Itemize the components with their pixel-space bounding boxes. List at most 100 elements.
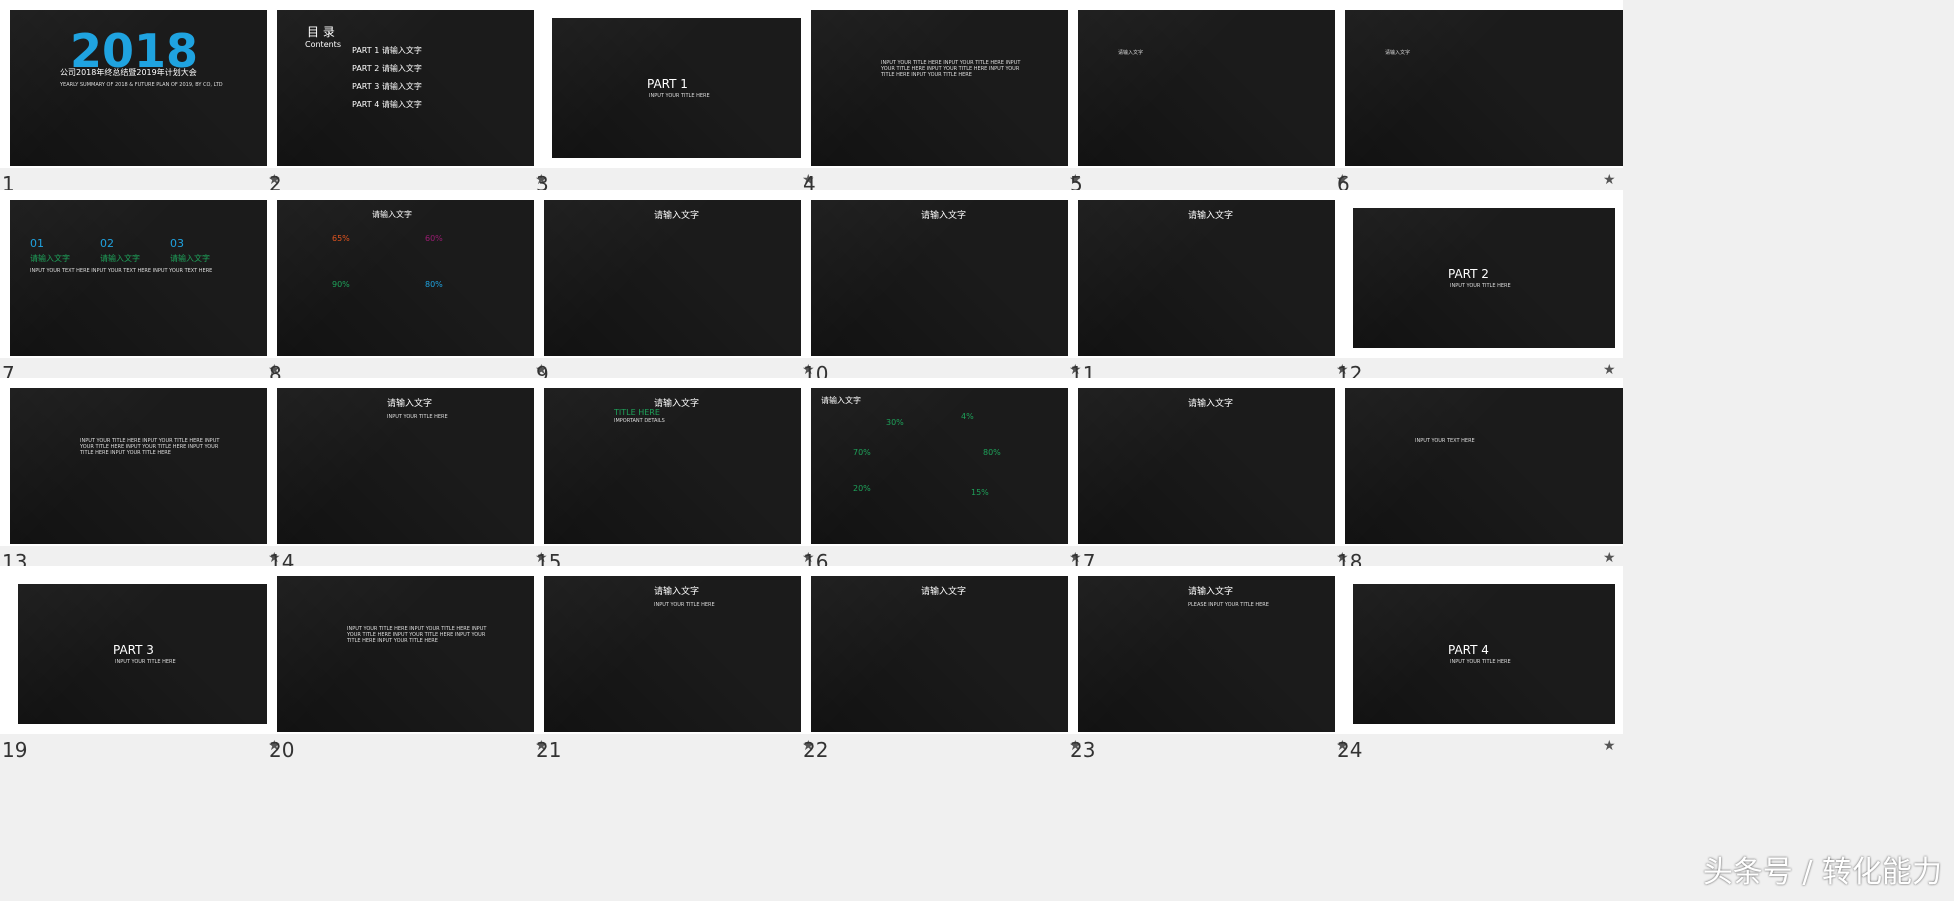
star-icon[interactable]: ★ (1603, 172, 1616, 188)
slide-thumbnail-1[interactable]: 2018 公司2018年终总结暨2019年计划大会 YEARLY SUMMARY O… (0, 0, 300, 200)
slide-thumbnail-16[interactable]: 请输入文字 30% 4% 70% 80% 20% 15% 16 ★ (801, 378, 1101, 578)
body-text: INPUT YOUR TEXT HERE (1415, 438, 1475, 444)
slide-preview: INPUT YOUR TITLE HERE INPUT YOUR TITLE H… (277, 576, 555, 732)
slide-preview: 请输入文字 (1345, 10, 1623, 166)
slide-number: 24 (1337, 738, 1363, 762)
star-icon[interactable]: ★ (1603, 738, 1616, 754)
slide-preview: 01 请输入文字 02 请输入文字 03 请输入文字 INPUT YOUR TEXT HER… (10, 200, 288, 356)
slide-thumbnail-13[interactable]: INPUT YOUR TITLE HERE INPUT YOUR TITLE H… (0, 378, 300, 578)
slide-preview: 目 录 Contents PART 1 请输入文字 PART 2 请输入文字 PART … (277, 10, 555, 166)
slide-preview: INPUT YOUR TITLE HERE INPUT YOUR TITLE H… (10, 388, 288, 544)
percent-3: 90% (332, 280, 350, 289)
slide-title: 请输入文字 (654, 587, 700, 597)
slide-preview: 2018 公司2018年终总结暨2019年计划大会 YEARLY SUMMARY O… (10, 10, 288, 166)
toc-title: 目 录 (307, 25, 335, 39)
slide-preview: 请输入文字 (544, 200, 822, 356)
slide-title: 请输入文字 (387, 399, 433, 409)
slide-number: 20 (269, 738, 295, 762)
part-subtitle: INPUT YOUR TITLE HERE (649, 93, 710, 99)
slide-subtitle: PLEASE INPUT YOUR TITLE HERE (1188, 602, 1269, 608)
slide-preview: 请输入文字 (811, 576, 1089, 732)
slide-title: 请输入文字 (821, 396, 861, 405)
slide-number: 19 (2, 738, 28, 762)
slide-thumbnail-8[interactable]: 请输入文字 65% 60% 90% 80% 8 ★ (267, 190, 567, 390)
slide-subtitle-3: IMPORTANT DETAILS (614, 418, 665, 424)
toc-subtitle: Contents (305, 40, 341, 49)
slide-thumbnail-21[interactable]: 请输入文字 INPUT YOUR TITLE HERE 21 ★ (534, 566, 834, 766)
star-icon[interactable]: ★ (1603, 550, 1616, 566)
percent-4: 80% (425, 280, 443, 289)
slide-title: 请输入文字 (654, 399, 700, 409)
slide-preview: 请输入文字 (811, 200, 1089, 356)
slide-thumbnail-19[interactable]: PART 3 INPUT YOUR TITLE HERE 19 ★ (0, 566, 300, 766)
slide-title: 请输入文字 (921, 211, 967, 221)
slide-thumbnail-2[interactable]: 目 录 Contents PART 1 请输入文字 PART 2 请输入文字 PART … (267, 0, 567, 200)
body-text: INPUT YOUR TITLE HERE INPUT YOUR TITLE H… (347, 626, 487, 644)
slide-subtitle: INPUT YOUR TITLE HERE (387, 414, 448, 420)
slide-title: 公司2018年终总结暨2019年计划大会 (60, 68, 197, 77)
slide-sorter-grid: 2018 公司2018年终总结暨2019年计划大会 YEARLY SUMMARY O… (0, 0, 1954, 901)
percent-3: 70% (853, 448, 871, 457)
slide-thumbnail-23[interactable]: 请输入文字 PLEASE INPUT YOUR TITLE HERE 23 ★ (1068, 566, 1368, 766)
slide-thumbnail-11[interactable]: 请输入文字 11 ★ (1068, 190, 1368, 390)
slide-preview: 请输入文字 65% 60% 90% 80% (277, 200, 555, 356)
toc-item: PART 1 请输入文字 (352, 46, 422, 55)
toc-item: PART 4 请输入文字 (352, 100, 422, 109)
slide-thumbnail-20[interactable]: INPUT YOUR TITLE HERE INPUT YOUR TITLE H… (267, 566, 567, 766)
slide-subtitle: INPUT YOUR TITLE HERE (654, 602, 715, 608)
slide-preview: PART 4 INPUT YOUR TITLE HERE (1353, 584, 1615, 724)
star-icon[interactable]: ★ (1603, 362, 1616, 378)
slide-subtitle: YEARLY SUMMARY OF 2018 & FUTURE PLAN OF … (60, 82, 223, 88)
percent-5: 20% (853, 484, 871, 493)
col-number: 03 (170, 237, 184, 250)
slide-preview: INPUT YOUR TEXT HERE (1345, 388, 1623, 544)
slide-preview: 请输入文字 INPUT YOUR TITLE HERE (277, 388, 555, 544)
slide-thumbnail-4[interactable]: INPUT YOUR TITLE HERE INPUT YOUR TITLE H… (801, 0, 1101, 200)
slide-thumbnail-3[interactable]: PART 1 INPUT YOUR TITLE HERE 3 ★ (534, 0, 834, 200)
slide-title: 请输入文字 (1188, 399, 1234, 409)
slide-title: 请输入文字 (654, 211, 700, 221)
part-subtitle: INPUT YOUR TITLE HERE (115, 659, 176, 665)
slide-preview: 请输入文字 INPUT YOUR TITLE HERE (544, 576, 822, 732)
slide-thumbnail-12[interactable]: PART 2 INPUT YOUR TITLE HERE 12 ★ (1335, 190, 1635, 390)
slide-thumbnail-15[interactable]: 请输入文字 TITLE HERE IMPORTANT DETAILS 15 ★ (534, 378, 834, 578)
slide-title: 请输入文字 (372, 210, 412, 219)
item-label: 请输入文字 (1385, 50, 1411, 56)
col-title: 请输入文字 (30, 254, 70, 263)
slide-title: 请输入文字 (1188, 211, 1234, 221)
slide-preview: 请输入文字 TITLE HERE IMPORTANT DETAILS (544, 388, 822, 544)
body-text: INPUT YOUR TITLE HERE INPUT YOUR TITLE H… (881, 60, 1021, 78)
body-text: INPUT YOUR TITLE HERE INPUT YOUR TITLE H… (80, 438, 220, 456)
slide-title: 请输入文字 (1188, 587, 1234, 597)
percent-2: 4% (961, 412, 974, 421)
slide-preview: 请输入文字 (1078, 388, 1356, 544)
slide-thumbnail-17[interactable]: 请输入文字 17 ★ (1068, 378, 1368, 578)
slide-thumbnail-18[interactable]: INPUT YOUR TEXT HERE 18 ★ (1335, 378, 1635, 578)
slide-subtitle-2: TITLE HERE (614, 408, 660, 417)
slide-preview: PART 1 INPUT YOUR TITLE HERE (552, 18, 814, 158)
slide-thumbnail-7[interactable]: 01 请输入文字 02 请输入文字 03 请输入文字 INPUT YOUR TEXT HER… (0, 190, 300, 390)
slide-preview: PART 3 INPUT YOUR TITLE HERE (18, 584, 280, 724)
col-title: 请输入文字 (100, 254, 140, 263)
col-title: 请输入文字 (170, 254, 210, 263)
percent-1: 65% (332, 234, 350, 243)
slide-thumbnail-5[interactable]: 请输入文字 5 ★ (1068, 0, 1368, 200)
slide-title: 请输入文字 (921, 587, 967, 597)
col-number: 02 (100, 237, 114, 250)
slide-thumbnail-22[interactable]: 请输入文字 22 ★ (801, 566, 1101, 766)
watermark: 头条号 / 转化能力 (1702, 855, 1942, 890)
col-number: 01 (30, 237, 44, 250)
slide-thumbnail-9[interactable]: 请输入文字 9 ★ (534, 190, 834, 390)
part-title: PART 2 (1448, 267, 1489, 281)
slide-number: 21 (536, 738, 562, 762)
slide-thumbnail-24[interactable]: PART 4 INPUT YOUR TITLE HERE 24 ★ (1335, 566, 1635, 766)
part-subtitle: INPUT YOUR TITLE HERE (1450, 283, 1511, 289)
slide-preview: 请输入文字 PLEASE INPUT YOUR TITLE HERE (1078, 576, 1356, 732)
toc-item: PART 3 请输入文字 (352, 82, 422, 91)
slide-number: 23 (1070, 738, 1096, 762)
slide-thumbnail-10[interactable]: 请输入文字 10 ★ (801, 190, 1101, 390)
slide-thumbnail-14[interactable]: 请输入文字 INPUT YOUR TITLE HERE 14 ★ (267, 378, 567, 578)
toc-item: PART 2 请输入文字 (352, 64, 422, 73)
slide-thumbnail-6[interactable]: 请输入文字 6 ★ (1335, 0, 1635, 200)
part-title: PART 4 (1448, 643, 1489, 657)
